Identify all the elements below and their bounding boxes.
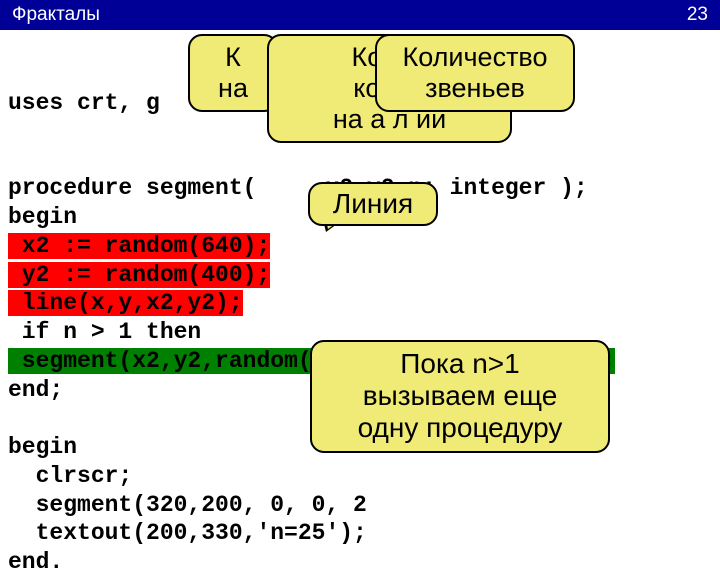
code-line-hl: y2 := random(400);: [8, 262, 270, 288]
code-line: textout(200,330,'n=25');: [8, 520, 367, 546]
callout-text: на: [218, 73, 248, 103]
code-line: segment(320,200, 0, 0, 2: [8, 492, 367, 518]
callout-coords-start-partial: К на: [188, 34, 278, 112]
callout-text: Линия: [333, 188, 413, 219]
callout-line: Линия: [308, 182, 438, 226]
slide-title: Фракталы: [12, 4, 100, 26]
code-line: begin: [8, 204, 77, 230]
callout-recursion: Пока n>1 вызываем еще одну процедуру: [310, 340, 610, 453]
callout-text: Количество: [403, 42, 548, 72]
callout-text: звеньев: [425, 73, 525, 103]
code-line: end;: [8, 377, 63, 403]
code-line: if n > 1 then: [8, 319, 201, 345]
code-line: clrscr;: [8, 463, 132, 489]
callout-link-count: Количество звеньев: [375, 34, 575, 112]
code-line: end.: [8, 549, 63, 575]
title-bar: Фракталы 23: [0, 0, 720, 30]
callout-text: Пока n>1: [400, 348, 519, 379]
callout-text: К: [225, 42, 241, 72]
code-line: begin: [8, 434, 77, 460]
code-line-hl: line(x,y,x2,y2);: [8, 290, 243, 316]
code-line: uses crt, g: [8, 90, 160, 116]
slide-number: 23: [687, 4, 708, 26]
code-line: procedure segment( ,x2,y2,n: integer );: [8, 175, 588, 201]
code-line-hl: x2 := random(640);: [8, 233, 270, 259]
callout-text: одну процедуру: [358, 412, 563, 443]
callout-text: вызываем еще: [363, 380, 558, 411]
